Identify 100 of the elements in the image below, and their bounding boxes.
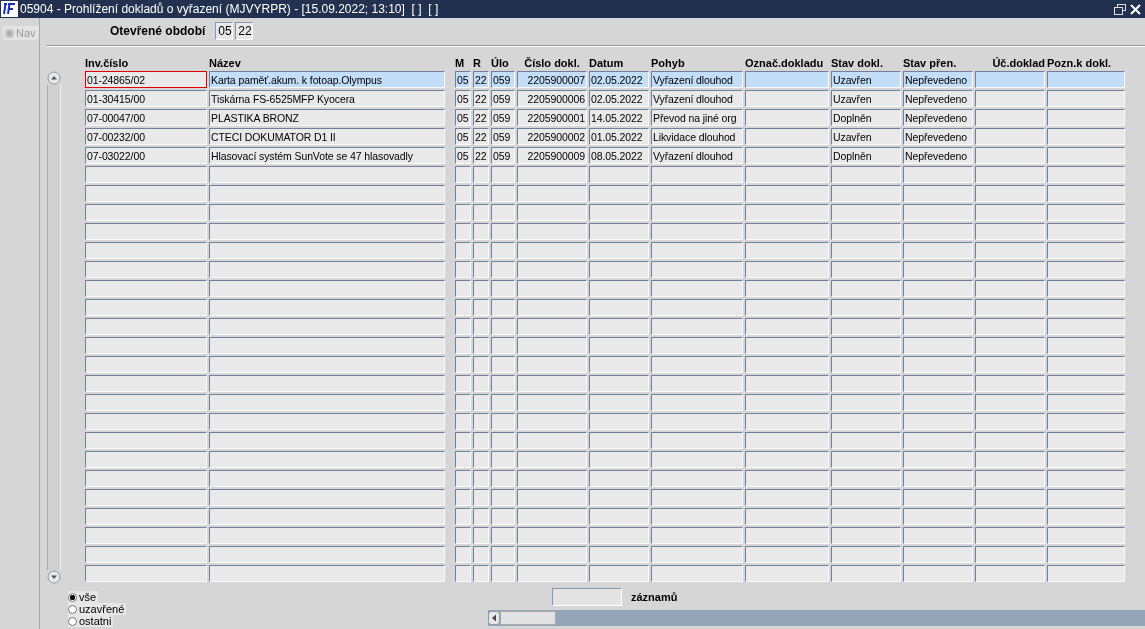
table-cell[interactable] bbox=[831, 489, 901, 506]
table-cell[interactable] bbox=[473, 223, 489, 240]
table-cell[interactable] bbox=[1047, 185, 1125, 202]
table-cell[interactable] bbox=[85, 489, 207, 506]
table-cell[interactable] bbox=[651, 223, 743, 240]
table-cell[interactable] bbox=[491, 375, 515, 392]
table-cell[interactable] bbox=[589, 470, 649, 487]
table-cell[interactable] bbox=[975, 489, 1045, 506]
table-cell[interactable] bbox=[455, 394, 471, 411]
table-cell[interactable] bbox=[651, 242, 743, 259]
filter-radio[interactable]: uzavřené bbox=[68, 603, 127, 615]
table-cell[interactable] bbox=[473, 470, 489, 487]
table-cell[interactable] bbox=[1047, 413, 1125, 430]
table-cell[interactable]: 01-24865/02 bbox=[85, 71, 207, 88]
table-cell[interactable] bbox=[517, 375, 587, 392]
table-cell[interactable]: Nepřevedeno bbox=[903, 147, 973, 164]
table-cell[interactable] bbox=[903, 470, 973, 487]
table-cell[interactable]: Nepřevedeno bbox=[903, 71, 973, 88]
table-cell[interactable] bbox=[745, 185, 829, 202]
table-cell[interactable] bbox=[651, 432, 743, 449]
table-cell[interactable]: 22 bbox=[473, 71, 489, 88]
table-cell[interactable] bbox=[85, 394, 207, 411]
table-cell[interactable] bbox=[209, 299, 445, 316]
table-cell[interactable] bbox=[455, 565, 471, 582]
table-cell[interactable]: 14.05.2022 bbox=[589, 109, 649, 126]
table-cell[interactable] bbox=[473, 489, 489, 506]
table-cell[interactable] bbox=[651, 394, 743, 411]
table-cell[interactable] bbox=[517, 451, 587, 468]
table-cell[interactable] bbox=[589, 356, 649, 373]
table-cell[interactable] bbox=[903, 318, 973, 335]
table-cell[interactable] bbox=[831, 166, 901, 183]
table-cell[interactable] bbox=[975, 147, 1045, 164]
table-cell[interactable] bbox=[517, 527, 587, 544]
table-cell[interactable] bbox=[831, 546, 901, 563]
table-cell[interactable] bbox=[1047, 128, 1125, 145]
table-cell[interactable] bbox=[85, 470, 207, 487]
table-cell[interactable] bbox=[903, 166, 973, 183]
table-cell[interactable] bbox=[1047, 109, 1125, 126]
table-cell[interactable] bbox=[473, 432, 489, 449]
table-cell[interactable] bbox=[209, 413, 445, 430]
table-cell[interactable]: 2205900001 bbox=[517, 109, 587, 126]
table-cell[interactable]: 2205900009 bbox=[517, 147, 587, 164]
table-cell[interactable] bbox=[85, 299, 207, 316]
table-cell[interactable] bbox=[491, 299, 515, 316]
table-cell[interactable]: 05 bbox=[455, 128, 471, 145]
table-cell[interactable] bbox=[651, 356, 743, 373]
table-cell[interactable] bbox=[209, 261, 445, 278]
table-cell[interactable] bbox=[473, 394, 489, 411]
table-cell[interactable]: CTECI DOKUMATOR D1 II bbox=[209, 128, 445, 145]
table-cell[interactable] bbox=[831, 299, 901, 316]
table-cell[interactable]: 2205900007 bbox=[517, 71, 587, 88]
table-cell[interactable] bbox=[975, 432, 1045, 449]
table-cell[interactable] bbox=[831, 413, 901, 430]
table-cell[interactable]: PLASTIKA BRONZ bbox=[209, 109, 445, 126]
table-cell[interactable]: 059 bbox=[491, 109, 515, 126]
table-cell[interactable] bbox=[745, 223, 829, 240]
table-cell[interactable] bbox=[589, 337, 649, 354]
table-cell[interactable] bbox=[517, 337, 587, 354]
table-cell[interactable] bbox=[745, 204, 829, 221]
table-cell[interactable] bbox=[975, 546, 1045, 563]
table-cell[interactable] bbox=[831, 242, 901, 259]
table-cell[interactable] bbox=[1047, 489, 1125, 506]
table-cell[interactable]: 22 bbox=[473, 128, 489, 145]
table-cell[interactable] bbox=[831, 337, 901, 354]
table-cell[interactable] bbox=[831, 470, 901, 487]
table-cell[interactable] bbox=[975, 223, 1045, 240]
table-cell[interactable]: 059 bbox=[491, 71, 515, 88]
table-cell[interactable] bbox=[975, 337, 1045, 354]
table-cell[interactable] bbox=[975, 242, 1045, 259]
table-cell[interactable] bbox=[651, 489, 743, 506]
table-cell[interactable] bbox=[975, 280, 1045, 297]
table-cell[interactable]: 08.05.2022 bbox=[589, 147, 649, 164]
table-cell[interactable] bbox=[209, 508, 445, 525]
table-cell[interactable] bbox=[903, 356, 973, 373]
table-cell[interactable] bbox=[1047, 394, 1125, 411]
table-cell[interactable] bbox=[517, 242, 587, 259]
table-cell[interactable]: Hlasovací systém SunVote se 47 hlasovadly bbox=[209, 147, 445, 164]
table-cell[interactable] bbox=[209, 242, 445, 259]
table-cell[interactable]: Nepřevedeno bbox=[903, 90, 973, 107]
table-cell[interactable] bbox=[455, 299, 471, 316]
filter-radio[interactable]: ostatni bbox=[68, 615, 114, 627]
table-cell[interactable] bbox=[455, 185, 471, 202]
table-cell[interactable] bbox=[85, 356, 207, 373]
table-cell[interactable] bbox=[975, 71, 1045, 88]
table-cell[interactable] bbox=[455, 280, 471, 297]
table-cell[interactable] bbox=[831, 375, 901, 392]
table-cell[interactable] bbox=[651, 318, 743, 335]
table-cell[interactable] bbox=[651, 185, 743, 202]
table-cell[interactable] bbox=[517, 166, 587, 183]
table-cell[interactable]: Karta paměť.akum. k fotoap.Olympus bbox=[209, 71, 445, 88]
table-cell[interactable]: 05 bbox=[455, 90, 471, 107]
table-cell[interactable] bbox=[209, 489, 445, 506]
vertical-scrollbar[interactable] bbox=[46, 71, 62, 584]
table-cell[interactable]: 07-00047/00 bbox=[85, 109, 207, 126]
table-cell[interactable] bbox=[85, 280, 207, 297]
table-cell[interactable]: 02.05.2022 bbox=[589, 71, 649, 88]
table-cell[interactable] bbox=[589, 413, 649, 430]
table-cell[interactable] bbox=[473, 546, 489, 563]
table-cell[interactable] bbox=[589, 318, 649, 335]
table-cell[interactable] bbox=[903, 527, 973, 544]
